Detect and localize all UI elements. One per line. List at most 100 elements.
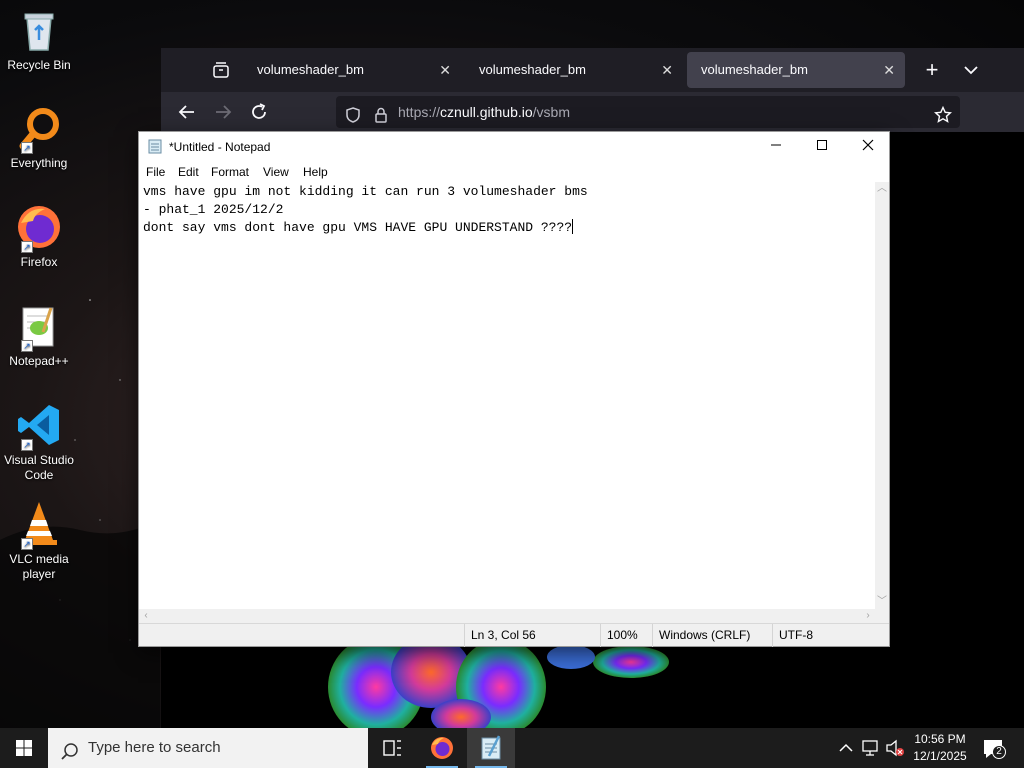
tab-title: volumeshader_bm xyxy=(257,62,364,77)
url-domain: cznull.github.io xyxy=(440,104,533,120)
menu-view[interactable]: View xyxy=(263,165,289,179)
scroll-left-icon[interactable]: ‹ xyxy=(139,609,153,623)
shortcut-arrow-icon: ↗ xyxy=(21,538,33,550)
tab-overview-icon[interactable] xyxy=(211,60,231,80)
desktop-icon-notepadpp[interactable]: ↗ Notepad++ xyxy=(4,302,74,369)
menu-bar: File Edit Format View Help xyxy=(139,161,889,182)
url-bar[interactable]: https://cznull.github.io/vsbm xyxy=(336,96,960,128)
close-button[interactable] xyxy=(845,132,891,161)
close-tab-icon[interactable]: ✕ xyxy=(883,52,895,88)
scroll-up-icon[interactable]: ︿ xyxy=(875,182,889,196)
url-text: https://cznull.github.io/vsbm xyxy=(398,96,570,128)
menu-edit[interactable]: Edit xyxy=(178,165,199,179)
desktop-icon-label: Notepad++ xyxy=(9,354,69,368)
text-caret xyxy=(572,219,574,234)
scrollbar-corner xyxy=(875,609,889,623)
show-hidden-icons-button[interactable] xyxy=(836,738,856,758)
taskbar-search-box[interactable]: Type here to search xyxy=(48,728,368,768)
firefox-icon: ↗ xyxy=(15,203,63,253)
notification-count-badge: 2 xyxy=(992,745,1006,759)
back-button[interactable] xyxy=(175,100,199,124)
url-path: /vsbm xyxy=(532,104,570,120)
desktop-icon-label: VLC media player xyxy=(9,552,69,581)
firefox-icon xyxy=(431,737,453,759)
reload-button[interactable] xyxy=(247,100,271,124)
shortcut-arrow-icon: ↗ xyxy=(21,439,33,451)
start-button[interactable] xyxy=(0,728,48,768)
horizontal-scrollbar[interactable]: ‹ › xyxy=(139,609,875,623)
vertical-scrollbar[interactable]: ︿ ﹀ xyxy=(875,182,889,609)
minimize-button[interactable] xyxy=(753,132,799,161)
reload-icon xyxy=(252,103,266,119)
tab-title: volumeshader_bm xyxy=(701,62,808,77)
taskbar-firefox-button[interactable] xyxy=(418,728,466,768)
notepad-icon xyxy=(481,735,501,760)
volume-muted-icon[interactable] xyxy=(884,738,906,758)
status-bar: Ln 3, Col 56 100% Windows (CRLF) UTF-8 xyxy=(139,623,889,647)
desktop-icon-recycle-bin[interactable]: Recycle Bin xyxy=(4,6,74,73)
tab-bar: volumeshader_bm ✕ volumeshader_bm ✕ volu… xyxy=(161,48,1024,92)
chevron-down-icon xyxy=(964,66,978,75)
browser-tab-active[interactable]: volumeshader_bm ✕ xyxy=(687,52,905,88)
desktop-icon-label: Firefox xyxy=(20,255,58,269)
minimize-icon xyxy=(771,144,781,146)
shortcut-arrow-icon: ↗ xyxy=(21,142,33,154)
window-title: *Untitled - Notepad xyxy=(169,140,271,154)
vscode-icon: ↗ xyxy=(15,401,63,451)
notepad-window: *Untitled - Notepad File Edit Format Vie… xyxy=(138,131,890,647)
task-view-button[interactable] xyxy=(368,728,416,768)
taskbar-notepad-button[interactable] xyxy=(467,728,515,768)
browser-tab[interactable]: volumeshader_bm ✕ xyxy=(243,52,461,88)
tracking-protection-icon[interactable] xyxy=(344,103,362,123)
notepadpp-icon: ↗ xyxy=(15,302,63,352)
status-line-ending: Windows (CRLF) xyxy=(652,624,772,647)
lock-icon[interactable] xyxy=(372,103,390,123)
chevron-up-icon xyxy=(839,743,853,752)
menu-file[interactable]: File xyxy=(146,165,165,179)
close-icon xyxy=(862,139,874,151)
search-icon xyxy=(60,738,80,760)
vlc-icon: ↗ xyxy=(15,500,63,550)
maximize-button[interactable] xyxy=(799,132,845,161)
menu-help[interactable]: Help xyxy=(303,165,328,179)
maximize-icon xyxy=(817,140,827,150)
desktop-icon-label: Visual Studio Code xyxy=(4,453,74,482)
status-zoom: 100% xyxy=(600,624,652,647)
desktop-icon-firefox[interactable]: ↗ Firefox xyxy=(4,203,74,270)
clock-date: 12/1/2025 xyxy=(913,749,967,763)
shortcut-arrow-icon: ↗ xyxy=(21,241,33,253)
desktop-icon-vscode[interactable]: ↗ Visual Studio Code xyxy=(4,401,74,483)
shortcut-arrow-icon: ↗ xyxy=(21,340,33,352)
everything-search-icon: ↗ xyxy=(15,104,63,154)
text-line-content: dont say vms dont have gpu VMS HAVE GPU … xyxy=(143,220,573,235)
forward-button[interactable] xyxy=(211,100,235,124)
list-all-tabs-button[interactable] xyxy=(959,58,983,82)
taskbar-clock[interactable]: 10:56 PM 12/1/2025 xyxy=(908,731,972,765)
text-line: vms have gpu im not kidding it can run 3… xyxy=(143,184,588,199)
network-icon[interactable] xyxy=(860,738,882,758)
recycle-bin-icon xyxy=(15,6,63,54)
desktop-icon-everything[interactable]: ↗ Everything xyxy=(4,104,74,171)
windows-logo-icon xyxy=(16,740,32,756)
notepad-titlebar[interactable]: *Untitled - Notepad xyxy=(139,132,889,161)
desktop-icon-vlc[interactable]: ↗ VLC media player xyxy=(4,500,74,582)
forward-arrow-icon xyxy=(216,105,232,119)
task-view-icon xyxy=(383,740,401,756)
bookmark-star-icon[interactable] xyxy=(933,103,953,123)
menu-format[interactable]: Format xyxy=(211,165,249,179)
notepad-app-icon xyxy=(147,138,163,154)
taskbar: Type here to search 10:56 PM 12/1/2025 2 xyxy=(0,728,1024,768)
close-tab-icon[interactable]: ✕ xyxy=(439,52,451,88)
new-tab-button[interactable]: + xyxy=(919,56,945,84)
url-scheme: https:// xyxy=(398,104,441,120)
back-arrow-icon xyxy=(178,105,194,119)
close-tab-icon[interactable]: ✕ xyxy=(661,52,673,88)
browser-tab[interactable]: volumeshader_bm ✕ xyxy=(465,52,683,88)
desktop-icon-label: Everything xyxy=(10,156,68,170)
search-placeholder: Type here to search xyxy=(88,739,221,756)
scroll-down-icon[interactable]: ﹀ xyxy=(875,595,889,609)
text-editor[interactable]: vms have gpu im not kidding it can run 3… xyxy=(139,182,873,609)
notification-center-button[interactable]: 2 xyxy=(980,736,1010,762)
text-line: dont say vms dont have gpu VMS HAVE GPU … xyxy=(143,219,869,237)
scroll-right-icon[interactable]: › xyxy=(861,609,875,623)
